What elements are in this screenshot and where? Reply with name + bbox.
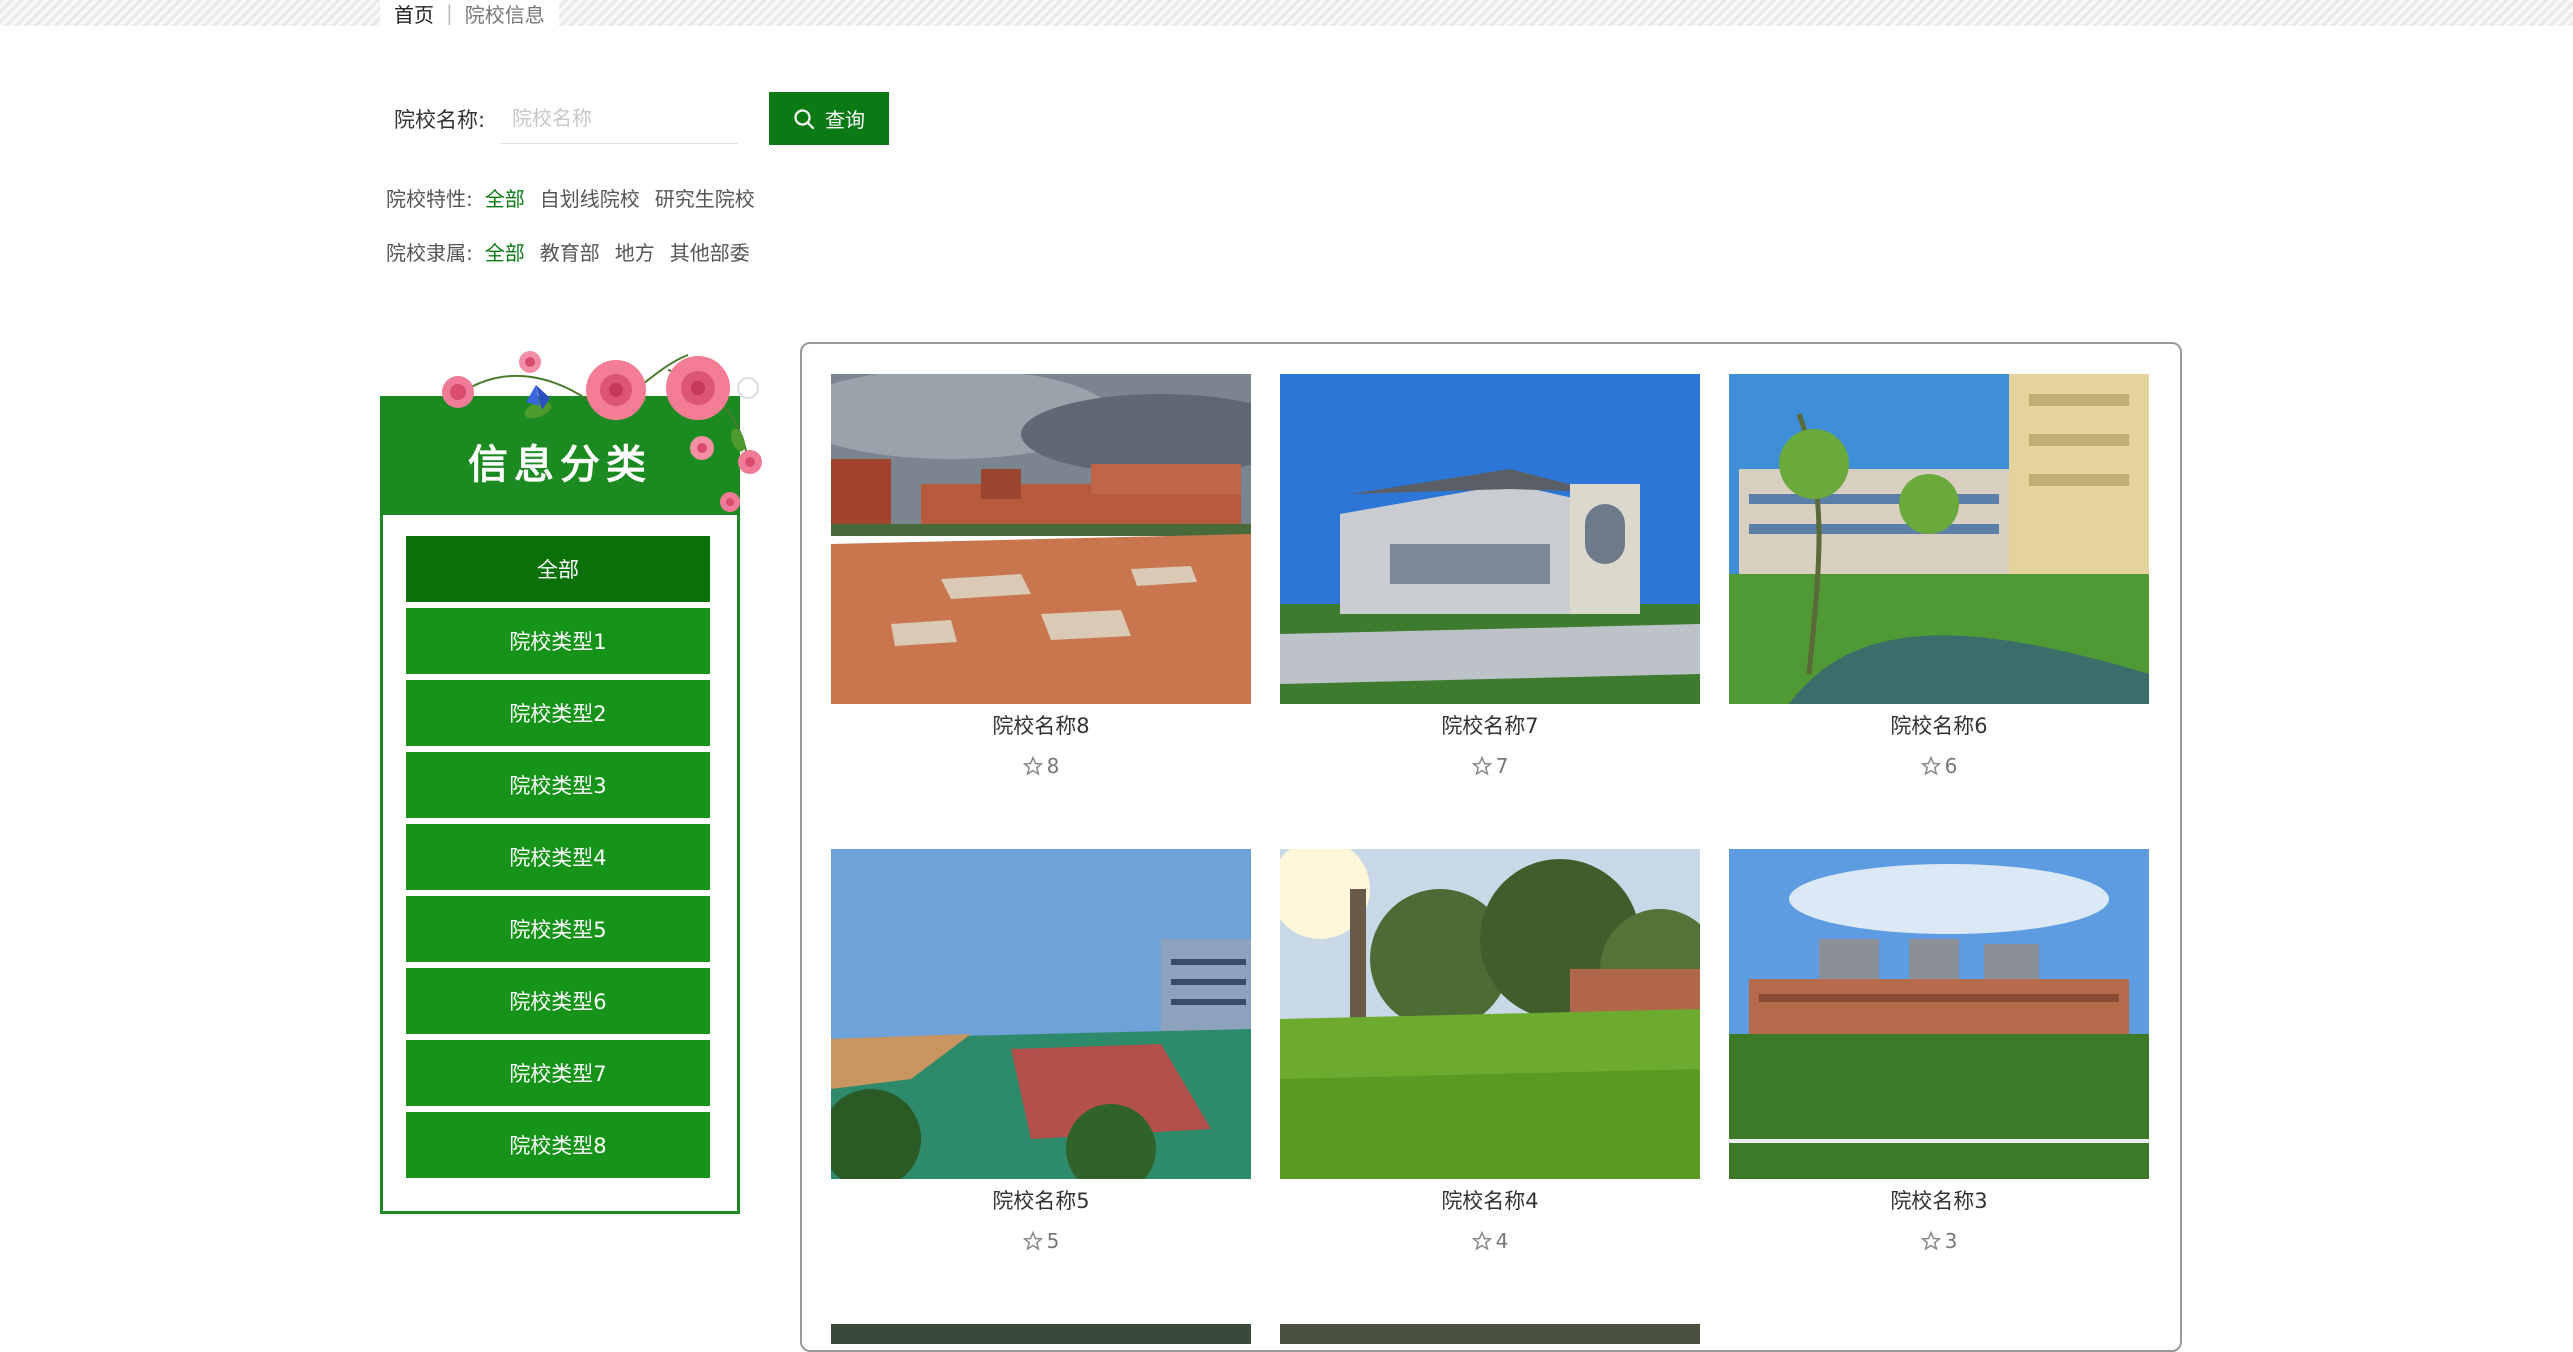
school-name[interactable]: 院校名称5 <box>831 1185 1251 1215</box>
filter-feature-option-self[interactable]: 自划线院校 <box>540 183 640 212</box>
star-icon <box>1471 1231 1492 1251</box>
category-item-type1[interactable]: 院校类型1 <box>406 608 710 674</box>
school-likes-count: 7 <box>1495 754 1509 778</box>
school-photo[interactable] <box>831 374 1251 704</box>
school-photo[interactable] <box>1280 1324 1700 1344</box>
school-card[interactable]: 院校名称6 6 <box>1729 374 2149 778</box>
search-button-label: 查询 <box>825 108 865 132</box>
school-card[interactable] <box>831 1324 1251 1344</box>
school-photo[interactable] <box>831 1324 1251 1344</box>
star-icon <box>1471 756 1492 776</box>
breadcrumb-separator: | <box>446 1 453 25</box>
school-photo[interactable] <box>1280 849 1700 1179</box>
star-icon <box>1920 1231 1941 1251</box>
breadcrumb: 首页 | 院校信息 <box>380 0 559 28</box>
category-item-type7[interactable]: 院校类型7 <box>406 1040 710 1106</box>
search-button[interactable]: 查询 <box>769 92 889 145</box>
filter-feature-option-graduate[interactable]: 研究生院校 <box>655 183 755 212</box>
flower-decoration-icon <box>442 351 762 512</box>
school-card[interactable]: 院校名称3 3 <box>1729 849 2149 1253</box>
breadcrumb-current: 院校信息 <box>464 2 545 27</box>
school-card[interactable] <box>1280 1324 1700 1344</box>
star-icon <box>1022 1231 1043 1251</box>
filter-feature-label: 院校特性: <box>386 187 473 211</box>
filter-affiliation-option-local[interactable]: 地方 <box>615 237 655 266</box>
filter-affiliation-label: 院校隶属: <box>386 241 473 265</box>
filter-affiliation-option-all[interactable]: 全部 <box>485 237 525 266</box>
filter-affiliation-option-ministry[interactable]: 教育部 <box>540 237 600 266</box>
filter-feature: 院校特性: 全部 自划线院校 研究生院校 <box>386 183 770 212</box>
school-name[interactable]: 院校名称3 <box>1729 1185 2149 1215</box>
school-photo[interactable] <box>1729 849 2149 1179</box>
search-label: 院校名称: <box>394 108 486 132</box>
category-item-type6[interactable]: 院校类型6 <box>406 968 710 1034</box>
category-item-type5[interactable]: 院校类型5 <box>406 896 710 962</box>
school-photo[interactable] <box>1280 374 1700 704</box>
school-card[interactable]: 院校名称8 8 <box>831 374 1251 778</box>
school-likes: 3 <box>1729 1229 2149 1253</box>
star-icon <box>1920 756 1941 776</box>
category-item-all[interactable]: 全部 <box>406 536 710 602</box>
school-likes: 7 <box>1280 754 1700 778</box>
school-likes-count: 6 <box>1944 754 1958 778</box>
filter-affiliation: 院校隶属: 全部 教育部 地方 其他部委 <box>386 237 765 266</box>
filter-feature-option-all[interactable]: 全部 <box>485 183 525 212</box>
category-menu: 全部 院校类型1 院校类型2 院校类型3 院校类型4 院校类型5 院校类型6 院… <box>406 536 710 1184</box>
school-likes-count: 3 <box>1944 1229 1958 1253</box>
search-input[interactable] <box>500 92 738 144</box>
filter-affiliation-option-other[interactable]: 其他部委 <box>670 237 750 266</box>
school-card[interactable]: 院校名称4 4 <box>1280 849 1700 1253</box>
school-likes-count: 5 <box>1046 1229 1060 1253</box>
category-item-type2[interactable]: 院校类型2 <box>406 680 710 746</box>
school-photo[interactable] <box>831 849 1251 1179</box>
category-item-type4[interactable]: 院校类型4 <box>406 824 710 890</box>
school-likes: 4 <box>1280 1229 1700 1253</box>
category-item-type8[interactable]: 院校类型8 <box>406 1112 710 1178</box>
school-likes-count: 4 <box>1495 1229 1509 1253</box>
category-item-type3[interactable]: 院校类型3 <box>406 752 710 818</box>
school-name[interactable]: 院校名称7 <box>1280 710 1700 740</box>
school-likes: 8 <box>831 754 1251 778</box>
school-list-panel: 院校名称8 8 院校名称7 7 院校名称6 6 院校名称5 5 院校名称4 4 … <box>800 342 2182 1352</box>
star-icon <box>1022 756 1043 776</box>
school-name[interactable]: 院校名称8 <box>831 710 1251 740</box>
school-likes-count: 8 <box>1046 754 1060 778</box>
school-likes: 6 <box>1729 754 2149 778</box>
search-icon <box>794 108 815 129</box>
school-likes: 5 <box>831 1229 1251 1253</box>
school-card[interactable]: 院校名称7 7 <box>1280 374 1700 778</box>
breadcrumb-home[interactable]: 首页 <box>394 0 434 28</box>
school-photo[interactable] <box>1729 374 2149 704</box>
school-card[interactable]: 院校名称5 5 <box>831 849 1251 1253</box>
school-name[interactable]: 院校名称6 <box>1729 710 2149 740</box>
school-name[interactable]: 院校名称4 <box>1280 1185 1700 1215</box>
